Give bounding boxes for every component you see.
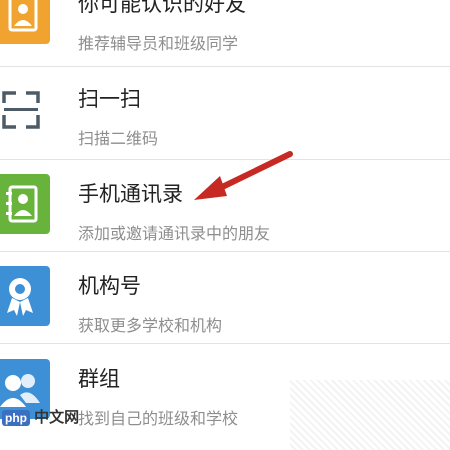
pixel-noise-overlay: [290, 380, 450, 450]
watermark-text: 中文网: [34, 409, 80, 426]
item-subtitle: 获取更多学校和机构: [78, 316, 223, 335]
arrow-shaft: [213, 151, 293, 193]
item-title: 你可能认识的好友: [78, 0, 246, 16]
list-item-people-you-may-know[interactable]: 你可能认识的好友 推荐辅导员和班级同学: [0, 0, 450, 62]
arrow-head: [194, 176, 227, 200]
item-subtitle: 找到自己的班级和学校: [78, 409, 239, 428]
item-subtitle: 扫描二维码: [78, 129, 159, 148]
red-arrow-annotation: [194, 151, 293, 200]
item-title: 手机通讯录: [78, 182, 183, 206]
item-title: 群组: [78, 367, 120, 391]
item-title: 机构号: [78, 274, 141, 298]
scan-frame-icon: [2, 91, 40, 129]
phone-contacts-icon: [0, 174, 50, 234]
watermark-badge: php: [2, 410, 30, 426]
list-item-scan[interactable]: 扫一扫 扫描二维码: [0, 63, 450, 157]
list-item-institution[interactable]: 机构号 获取更多学校和机构: [0, 250, 450, 344]
institution-badge-icon: [0, 266, 50, 326]
item-title: 扫一扫: [78, 87, 141, 111]
site-watermark: php 中文网: [2, 406, 79, 427]
contacts-book-icon: [0, 0, 50, 44]
item-subtitle: 推荐辅导员和班级同学: [78, 34, 239, 53]
item-subtitle: 添加或邀请通讯录中的朋友: [78, 224, 271, 243]
